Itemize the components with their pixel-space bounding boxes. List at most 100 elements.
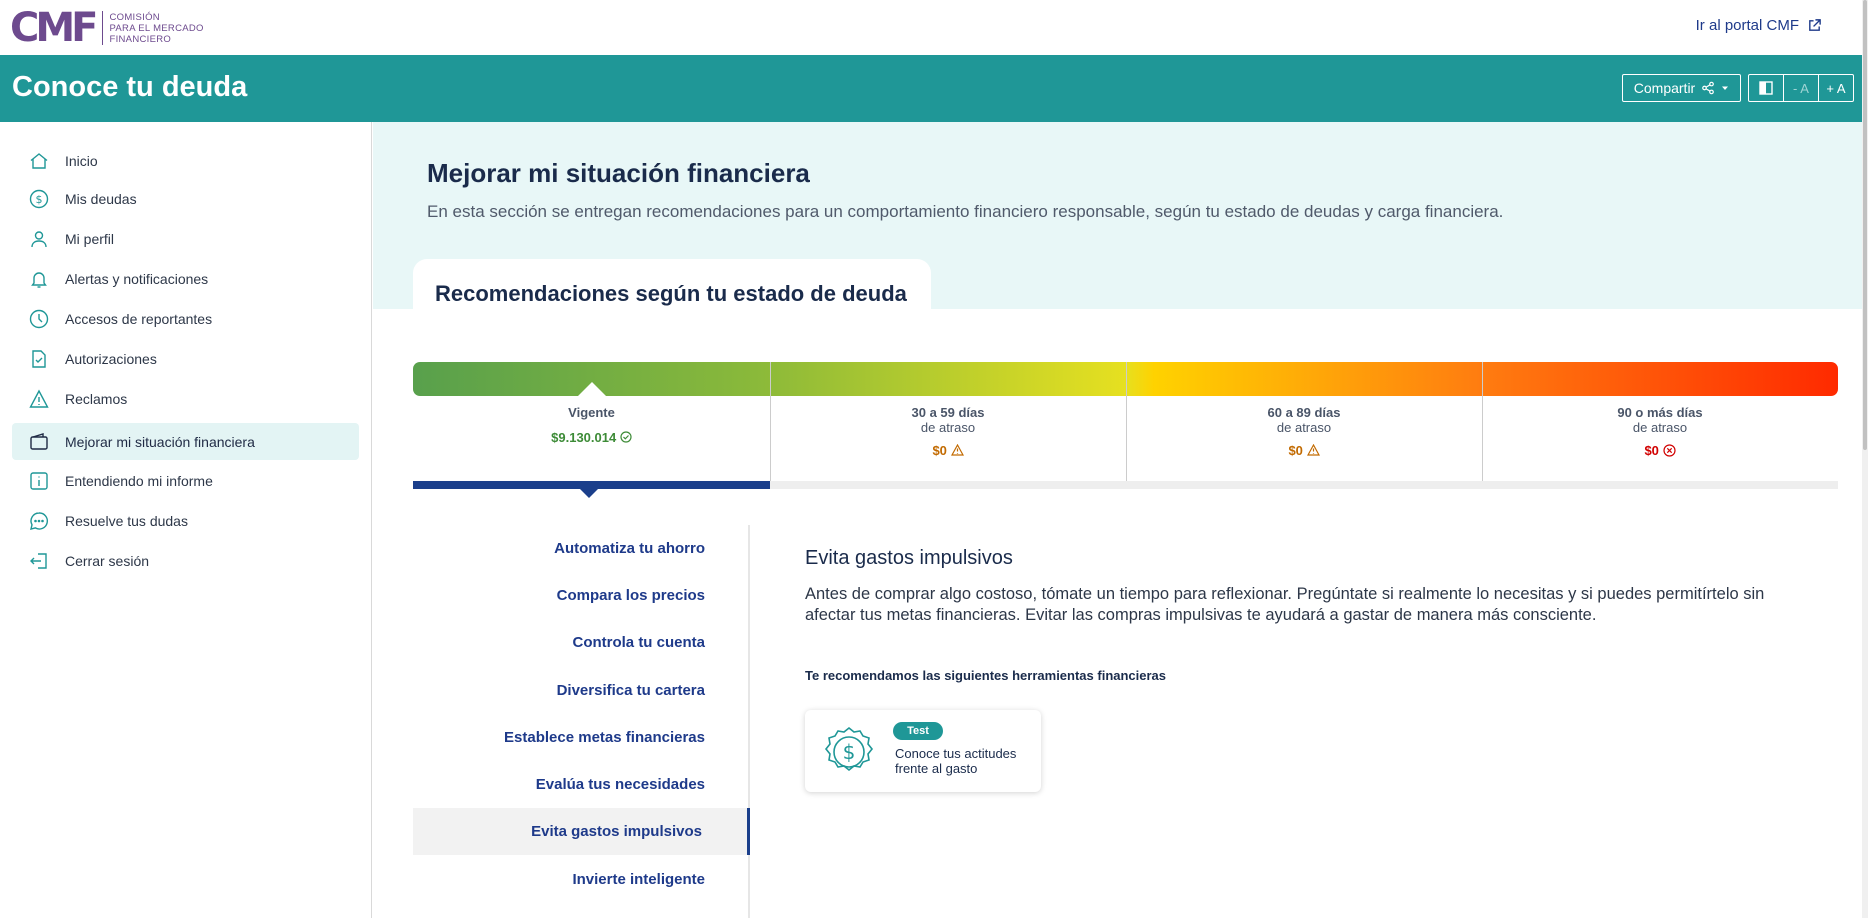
- logo-mark: CMF: [10, 5, 99, 51]
- sidebar-item-label: Entendiendo mi informe: [65, 472, 213, 489]
- sidebar-item-label: Mi perfil: [65, 230, 115, 247]
- home-icon: [28, 150, 50, 172]
- logo-divider: [102, 11, 104, 45]
- scrollbar-thumb[interactable]: [1863, 0, 1867, 450]
- wallet-icon: [28, 431, 50, 453]
- sidebar-item-reclamos[interactable]: Reclamos: [12, 380, 359, 417]
- share-icon: [1702, 81, 1715, 95]
- warning-icon: [28, 388, 50, 410]
- money-badge-icon: $: [824, 726, 874, 772]
- sidebar-item-accesos[interactable]: Accesos de reportantes: [12, 300, 359, 337]
- segment-subtitle: de atraso: [1276, 420, 1332, 435]
- tip-title: Evita gastos impulsivos: [805, 547, 1013, 569]
- logo-text: COMISIÓN PARA EL MERCADO FINANCIERO: [109, 11, 204, 45]
- sidebar-item-label: Mejorar mi situación financiera: [65, 433, 255, 450]
- font-decrease-button[interactable]: - A: [1784, 75, 1819, 101]
- sidebar-item-mi-perfil[interactable]: Mi perfil: [12, 220, 359, 257]
- tip-item[interactable]: Compara los precios: [413, 572, 750, 619]
- tip-item-active[interactable]: Evita gastos impulsivos: [413, 808, 750, 855]
- user-icon: [28, 228, 50, 250]
- segment-30-59[interactable]: 30 a 59 días de atraso $0: [770, 405, 1126, 458]
- test-badge: Test: [893, 722, 943, 740]
- tools-heading: Te recomendamos las siguientes herramien…: [805, 668, 1167, 683]
- sidebar-item-label: Autorizaciones: [65, 350, 157, 367]
- active-segment-notch: [578, 382, 606, 396]
- contrast-toggle[interactable]: [1749, 75, 1784, 101]
- tip-item[interactable]: Invierte inteligente: [413, 856, 750, 903]
- page-scrollbar[interactable]: [1862, 0, 1868, 918]
- clock-icon: [28, 308, 50, 330]
- page-title: Conoce tu deuda: [12, 71, 248, 103]
- tip-body: Antes de comprar algo costoso, tómate un…: [805, 585, 1765, 624]
- segment-amount: $0: [1644, 443, 1659, 458]
- sidebar-item-label: Cerrar sesión: [65, 552, 150, 569]
- recommendations-tab: Recomendaciones según tu estado de deuda: [413, 259, 931, 316]
- cmf-logo[interactable]: CMF COMISIÓN PARA EL MERCADO FINANCIERO: [10, 8, 204, 48]
- share-label: Compartir: [1633, 80, 1696, 96]
- segment-title: Vigente: [568, 405, 615, 420]
- segment-amount-row: $0: [770, 443, 1126, 458]
- sidebar-item-cerrar-sesion[interactable]: Cerrar sesión: [12, 542, 359, 579]
- sidebar-item-entendiendo[interactable]: Entendiendo mi informe: [12, 462, 359, 499]
- segment-amount: $9.130.014: [551, 430, 617, 445]
- share-button[interactable]: Compartir: [1622, 74, 1741, 102]
- tip-item[interactable]: Automatiza tu ahorro: [413, 525, 750, 572]
- tool-label: Conoce tus actitudes frente al gasto: [895, 746, 1017, 776]
- sidebar-item-autorizaciones[interactable]: Autorizaciones: [12, 340, 359, 377]
- document-check-icon: [28, 348, 50, 370]
- tip-item[interactable]: Controla tu cuenta: [413, 619, 750, 666]
- dollar-circle-icon: $: [28, 188, 50, 210]
- bell-icon: [28, 268, 50, 290]
- segment-amount-row: $0: [1126, 443, 1482, 458]
- font-increase-button[interactable]: + A: [1819, 75, 1853, 101]
- segment-amount: $0: [932, 443, 947, 458]
- sidebar-item-alertas[interactable]: Alertas y notificaciones: [12, 260, 359, 297]
- sidebar-item-label: Accesos de reportantes: [65, 310, 213, 327]
- segment-vigente[interactable]: Vigente $9.130.014: [413, 405, 770, 445]
- tips-list: Automatiza tu ahorro Compara los precios…: [413, 525, 750, 918]
- segment-amount-row: $0: [1482, 443, 1838, 458]
- sidebar-item-label: Alertas y notificaciones: [65, 270, 209, 287]
- check-circle-icon: [620, 431, 632, 443]
- svg-text:$: $: [843, 740, 856, 764]
- sidebar-item-inicio[interactable]: Inicio: [12, 142, 359, 179]
- sidebar-item-mejorar[interactable]: Mejorar mi situación financiera: [12, 423, 359, 460]
- sidebar-item-label: Mis deudas: [65, 190, 137, 207]
- portal-link-label: Ir al portal CMF: [1695, 17, 1799, 34]
- external-link-icon: [1809, 19, 1821, 31]
- segment-subtitle: de atraso: [920, 420, 976, 435]
- segment-title: 60 a 89 días: [1267, 405, 1341, 420]
- svg-text:$: $: [36, 193, 43, 206]
- accessibility-controls: - A + A: [1748, 74, 1854, 102]
- section-description: En esta sección se entregan recomendacio…: [427, 202, 1504, 221]
- segment-title: 90 o más días: [1617, 405, 1703, 420]
- chat-icon: [28, 510, 50, 532]
- logout-icon: [28, 550, 50, 572]
- segment-title: 30 a 59 días: [911, 405, 985, 420]
- segment-amount-row: $9.130.014: [413, 430, 770, 445]
- warning-triangle-icon: [1306, 443, 1320, 456]
- contrast-icon: [1759, 81, 1773, 95]
- segment-60-89[interactable]: 60 a 89 días de atraso $0: [1126, 405, 1482, 458]
- sidebar-item-mis-deudas[interactable]: $ Mis deudas: [12, 180, 359, 217]
- portal-cmf-link[interactable]: Ir al portal CMF: [1696, 17, 1822, 34]
- tip-item[interactable]: Diversifica tu cartera: [413, 667, 750, 714]
- section-title: Mejorar mi situación financiera: [427, 158, 810, 188]
- info-icon: [28, 470, 50, 492]
- sidebar-item-resuelve[interactable]: Resuelve tus dudas: [12, 502, 359, 539]
- segment-track-arrow: [579, 488, 599, 498]
- tip-item[interactable]: Evalúa tus necesidades: [413, 761, 750, 808]
- segment-amount: $0: [1288, 443, 1303, 458]
- error-circle-icon: [1662, 444, 1676, 457]
- sidebar-item-label: Reclamos: [65, 390, 128, 407]
- tool-card[interactable]: $ Test Conoce tus actitudes frente al ga…: [805, 710, 1041, 792]
- caret-down-icon: [1722, 86, 1729, 90]
- segment-90-plus[interactable]: 90 o más días de atraso $0: [1482, 405, 1838, 458]
- page-header: Conoce tu deuda Compartir - A + A: [0, 55, 1868, 122]
- sidebar-nav: Inicio $ Mis deudas Mi perfil Alertas y …: [0, 122, 372, 918]
- tip-item[interactable]: Establece metas financieras: [413, 714, 750, 761]
- top-bar: CMF COMISIÓN PARA EL MERCADO FINANCIERO …: [0, 0, 1868, 55]
- segment-subtitle: de atraso: [1632, 420, 1688, 435]
- sidebar-item-label: Inicio: [65, 152, 98, 169]
- sidebar-item-label: Resuelve tus dudas: [65, 512, 188, 529]
